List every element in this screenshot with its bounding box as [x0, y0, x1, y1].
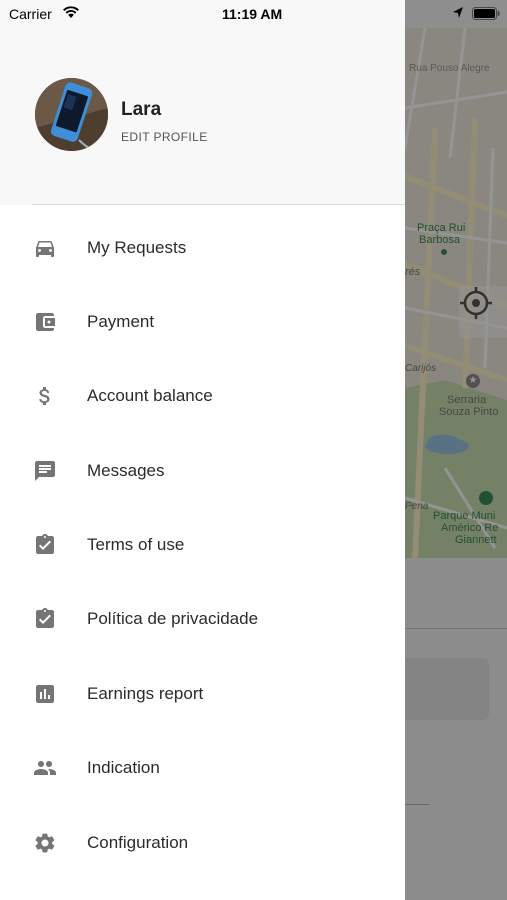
gear-icon — [33, 831, 57, 855]
menu-item-my-requests[interactable]: My Requests — [0, 211, 405, 285]
battery-icon — [472, 7, 500, 25]
avatar[interactable] — [35, 78, 108, 151]
menu-item-terms-of-use[interactable]: Terms of use — [0, 508, 405, 582]
dollar-icon — [33, 384, 57, 408]
menu-item-label: Earnings report — [87, 684, 204, 703]
menu-item-privacy-policy[interactable]: Política de privacidade — [0, 582, 405, 656]
location-arrow-icon — [452, 6, 464, 25]
clipboard-check-icon — [33, 607, 57, 631]
menu-item-label: Política de privacidade — [87, 609, 259, 628]
menu-item-configuration[interactable]: Configuration — [0, 806, 405, 880]
menu-item-label: Indication — [87, 758, 160, 777]
menu-item-label: My Requests — [87, 238, 187, 257]
wallet-icon — [33, 310, 57, 334]
carrier-label: Carrier — [9, 6, 52, 22]
car-icon — [33, 236, 57, 260]
people-icon — [33, 756, 57, 780]
navigation-drawer: Lara EDIT PROFILE My Requests Payment Ac… — [0, 0, 405, 900]
menu-item-label: Account balance — [87, 386, 213, 405]
menu-item-label: Terms of use — [87, 535, 185, 554]
bar-chart-icon — [33, 682, 57, 706]
menu-item-label: Messages — [87, 461, 165, 480]
drawer-scrim[interactable] — [405, 0, 507, 900]
menu-item-label: Configuration — [87, 833, 189, 852]
wifi-icon — [62, 5, 80, 24]
status-bar: Carrier 11:19 AM — [0, 0, 507, 28]
divider — [32, 204, 405, 205]
clock-time: 11:19 AM — [222, 6, 283, 22]
menu-item-indication[interactable]: Indication — [0, 731, 405, 805]
menu-item-account-balance[interactable]: Account balance — [0, 359, 405, 433]
menu-item-label: Payment — [87, 312, 155, 331]
drawer-header: Lara EDIT PROFILE — [0, 0, 405, 205]
menu-item-messages[interactable]: Messages — [0, 434, 405, 508]
edit-profile-link[interactable]: EDIT PROFILE — [121, 130, 208, 144]
menu-item-earnings-report[interactable]: Earnings report — [0, 657, 405, 731]
profile-name: Lara — [121, 99, 162, 120]
message-icon — [33, 459, 57, 483]
clipboard-check-icon — [33, 533, 57, 557]
menu-item-payment[interactable]: Payment — [0, 285, 405, 359]
